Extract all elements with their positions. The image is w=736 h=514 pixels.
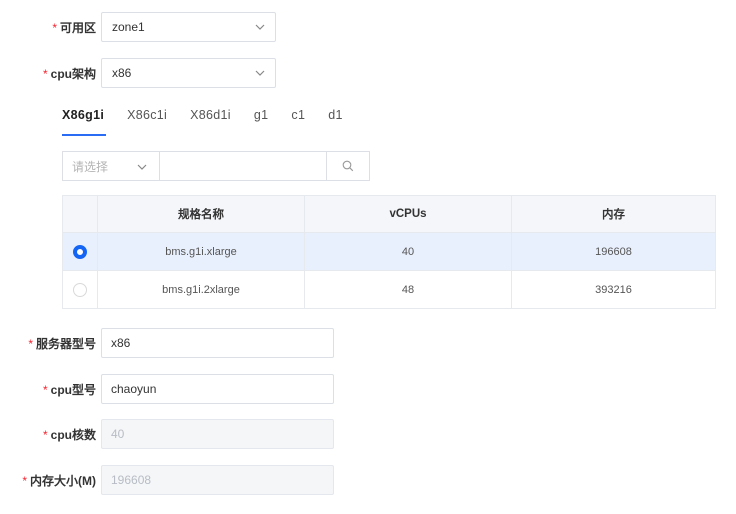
zone-row: * 可用区 <box>0 12 96 42</box>
cpu-cores-row: * cpu核数 <box>0 419 96 449</box>
tab-x86d1i[interactable]: X86d1i <box>190 108 231 122</box>
filter-select-placeholder: 请选择 <box>72 159 109 174</box>
memory-row: * 内存大小(M) <box>0 465 96 495</box>
cpu-cores-label: * cpu核数 <box>43 426 96 443</box>
cpu-model-label-text: cpu型号 <box>50 382 96 397</box>
required-mark: * <box>52 20 57 35</box>
search-icon <box>342 160 354 172</box>
required-mark: * <box>42 66 48 81</box>
radio-unselected[interactable] <box>73 282 87 297</box>
cpu-model-label: * cpu型号 <box>43 381 96 398</box>
row-memory: 393216 <box>511 270 716 309</box>
zone-select-value: zone1 <box>112 20 145 34</box>
active-tab-indicator <box>62 134 106 136</box>
cpu-cores-value: 40 <box>111 427 125 441</box>
zone-label-text: 可用区 <box>59 20 96 35</box>
spec-table: 规格名称 vCPUs 内存 bms.g1i.xlarge 40 196608 b… <box>62 195 716 309</box>
spec-family-tabs: X86g1i X86c1i X86d1i g1 c1 d1 <box>62 108 366 122</box>
table-row[interactable]: bms.g1i.xlarge 40 196608 <box>62 232 716 271</box>
row-name: bms.g1i.2xlarge <box>97 270 305 309</box>
memory-input: 196608 <box>101 465 334 495</box>
column-header-vcpus: vCPUs <box>304 195 512 233</box>
required-mark: * <box>42 427 48 442</box>
required-mark: * <box>42 382 48 397</box>
memory-label: * 内存大小(M) <box>22 472 96 489</box>
zone-label: * 可用区 <box>52 19 96 36</box>
arch-select[interactable]: x86 <box>101 58 276 88</box>
filter-search-input[interactable] <box>159 151 327 181</box>
chevron-down-icon <box>255 24 265 30</box>
tab-c1[interactable]: c1 <box>291 108 305 122</box>
zone-select[interactable]: zone1 <box>101 12 276 42</box>
filter-field-select[interactable]: 请选择 <box>62 151 159 181</box>
server-model-row: * 服务器型号 <box>0 328 96 358</box>
search-button[interactable] <box>326 151 370 181</box>
row-vcpus: 48 <box>304 270 512 309</box>
chevron-down-icon <box>255 70 265 76</box>
table-header-row: 规格名称 vCPUs 内存 <box>62 195 716 233</box>
memory-value: 196608 <box>111 473 152 487</box>
cpu-cores-label-text: cpu核数 <box>50 427 96 442</box>
cpu-model-value: chaoyun <box>111 382 157 396</box>
server-model-label: * 服务器型号 <box>28 335 96 352</box>
chevron-down-icon <box>137 164 147 170</box>
tab-x86c1i[interactable]: X86c1i <box>127 108 167 122</box>
memory-label-text: 内存大小(M) <box>30 473 96 488</box>
radio-selected[interactable] <box>73 244 87 259</box>
arch-label-text: cpu架构 <box>50 66 96 81</box>
server-model-label-text: 服务器型号 <box>35 336 96 351</box>
server-model-value: x86 <box>111 336 131 350</box>
cpu-model-input[interactable]: chaoyun <box>101 374 334 404</box>
row-radio-cell[interactable] <box>62 232 98 271</box>
cpu-model-row: * cpu型号 <box>0 374 96 404</box>
column-header-name: 规格名称 <box>97 195 305 233</box>
required-mark: * <box>22 473 27 488</box>
arch-label: * cpu架构 <box>43 65 96 82</box>
required-mark: * <box>28 336 33 351</box>
column-header-memory: 内存 <box>511 195 716 233</box>
tab-d1[interactable]: d1 <box>328 108 343 122</box>
row-vcpus: 40 <box>304 232 512 271</box>
arch-select-value: x86 <box>112 66 132 80</box>
tab-g1[interactable]: g1 <box>254 108 269 122</box>
arch-row: * cpu架构 <box>0 58 96 88</box>
tab-x86g1i[interactable]: X86g1i <box>62 108 104 122</box>
table-row[interactable]: bms.g1i.2xlarge 48 393216 <box>62 270 716 309</box>
server-model-input[interactable]: x86 <box>101 328 334 358</box>
cpu-cores-input: 40 <box>101 419 334 449</box>
row-radio-cell[interactable] <box>62 270 98 309</box>
radio-column-header <box>62 195 98 233</box>
row-name: bms.g1i.xlarge <box>97 232 305 271</box>
row-memory: 196608 <box>511 232 716 271</box>
